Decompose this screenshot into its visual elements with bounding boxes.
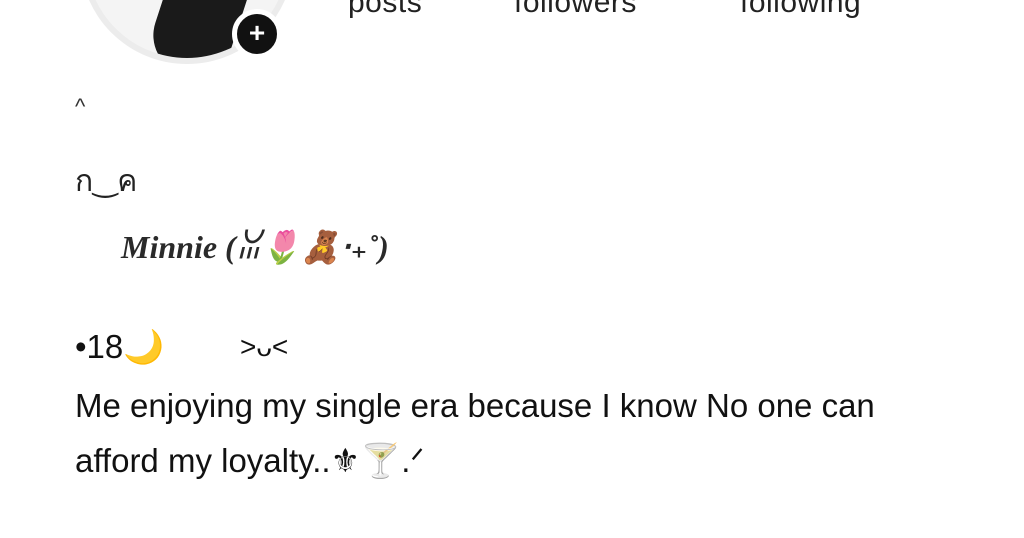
bio-age: •18🌙 — [75, 328, 165, 365]
bio-line-caret: ^ — [75, 94, 86, 119]
plus-icon: + — [248, 17, 266, 48]
followers-stat-label[interactable]: followers — [514, 0, 637, 20]
profile-screen: + posts followers following ^ ก‿ค Minnie… — [0, 0, 1024, 538]
following-stat-label[interactable]: following — [740, 0, 861, 20]
add-story-button[interactable]: + — [232, 9, 282, 59]
bio-line-kaomoji: ก‿ค — [75, 165, 138, 198]
bio-face-emoticon: >ᴗ< — [240, 331, 289, 362]
bio-display-name: Minnie (ꈍ🌷🧸‧₊˚) — [121, 229, 389, 265]
posts-stat-label[interactable]: posts — [348, 0, 422, 20]
bio-text: Me enjoying my single era because I know… — [75, 387, 875, 479]
